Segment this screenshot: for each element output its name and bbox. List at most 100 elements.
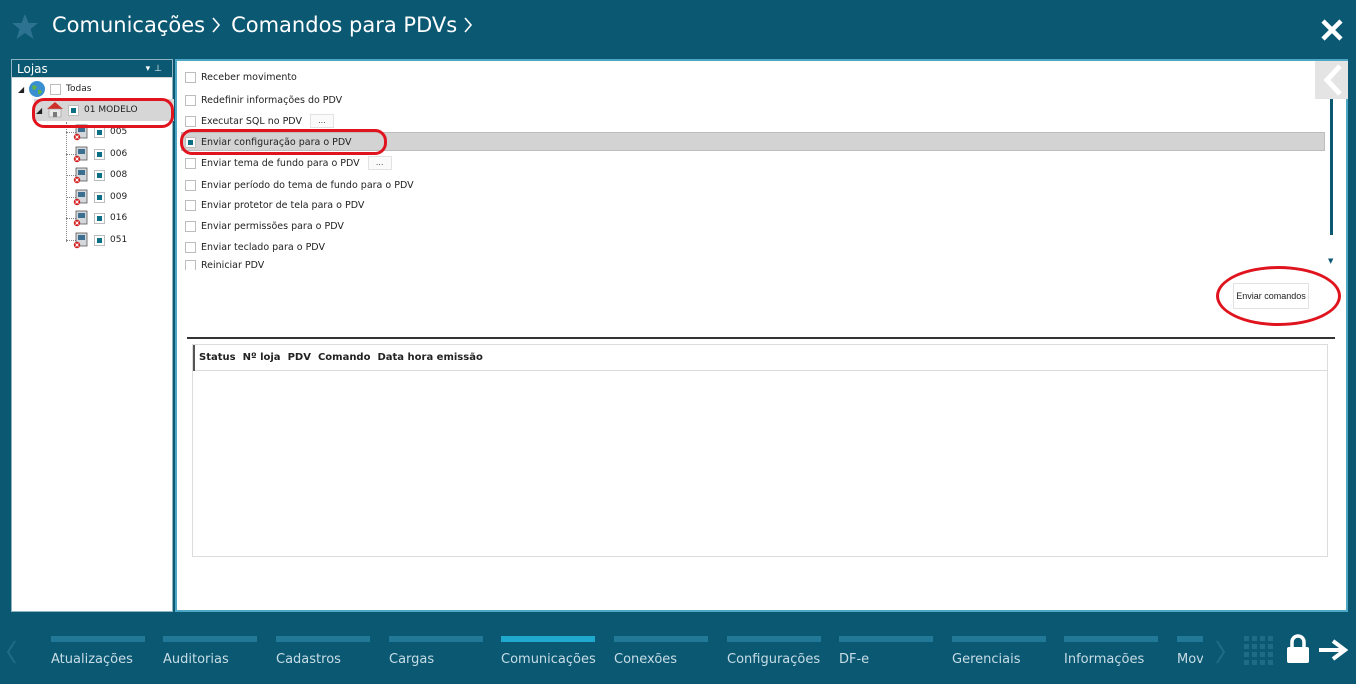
collapse-arrow-icon[interactable]: ◢ xyxy=(18,85,28,94)
command-checkbox[interactable] xyxy=(185,157,196,169)
stores-tree-panel: Lojas ▾⊥ ◢ Todas ◢ 01 MODELO 005 006 008… xyxy=(11,59,174,612)
nav-scroll-right-icon[interactable] xyxy=(1215,639,1227,665)
dropdown-icon[interactable]: ▾ xyxy=(146,64,155,74)
pdv-checkbox[interactable] xyxy=(94,126,105,138)
command-item[interactable]: Enviar tema de fundo para o PDV ... xyxy=(185,156,392,170)
command-checkbox[interactable] xyxy=(185,241,196,253)
favorite-star-icon[interactable] xyxy=(10,12,40,42)
command-label: Executar SQL no PDV xyxy=(201,115,302,127)
command-label: Enviar teclado para o PDV xyxy=(201,241,325,253)
collapse-panel-chevron-icon[interactable] xyxy=(1315,61,1348,99)
grid-column-data-hora[interactable]: Data hora emissão xyxy=(377,352,482,363)
annotation-oval-store xyxy=(32,98,174,128)
command-label: Reiniciar PDV xyxy=(201,260,265,270)
close-icon[interactable] xyxy=(1320,18,1344,42)
tree-node-label: 016 xyxy=(110,213,128,223)
apps-grid-icon[interactable] xyxy=(1244,636,1274,666)
nav-tab-configuracoes[interactable]: Configurações xyxy=(727,636,821,676)
nav-scroll-left-icon[interactable] xyxy=(5,639,17,665)
pdv-terminal-icon xyxy=(73,146,88,163)
chevron-right-icon xyxy=(212,17,221,33)
tree-node-label: Todas xyxy=(66,84,92,94)
tree-line xyxy=(66,122,67,242)
command-item[interactable]: Executar SQL no PDV ... xyxy=(185,114,334,128)
todas-checkbox[interactable] xyxy=(50,83,61,95)
sql-options-button[interactable]: ... xyxy=(309,114,334,128)
command-checkbox[interactable] xyxy=(185,220,196,232)
command-item[interactable]: Reiniciar PDV xyxy=(185,260,264,270)
chevron-right-icon xyxy=(464,17,473,33)
commands-status-grid: Status Nº loja PDV Comando Data hora emi… xyxy=(192,344,1328,557)
exit-arrow-icon[interactable] xyxy=(1318,639,1348,661)
breadcrumb-item-comunicacoes[interactable]: Comunicações xyxy=(52,13,205,37)
command-label: Receber movimento xyxy=(201,71,297,83)
commands-panel: Receber movimento Redefinir informações … xyxy=(175,59,1348,612)
breadcrumb-item-comandos[interactable]: Comandos para PDVs xyxy=(231,13,457,37)
pdv-checkbox[interactable] xyxy=(94,234,105,246)
command-checkbox[interactable] xyxy=(185,199,196,211)
command-item[interactable]: Redefinir informações do PDV xyxy=(185,93,342,107)
nav-tab-comunicacoes[interactable]: Comunicações xyxy=(501,636,596,676)
nav-tab-atualizacoes[interactable]: Atualizações xyxy=(51,636,145,676)
command-label: Enviar período do tema de fundo para o P… xyxy=(201,179,414,191)
globe-icon xyxy=(29,81,45,97)
lock-icon[interactable] xyxy=(1286,633,1310,665)
tree-panel-title: Lojas xyxy=(17,62,48,76)
tree-node-pdv[interactable]: 006 xyxy=(72,146,128,163)
scroll-down-arrow-icon[interactable]: ▼ xyxy=(1328,257,1333,265)
pdv-terminal-icon xyxy=(73,232,88,249)
annotation-oval-send xyxy=(1216,266,1341,326)
command-label: Enviar tema de fundo para o PDV xyxy=(201,157,360,169)
command-item[interactable]: Enviar período do tema de fundo para o P… xyxy=(185,178,414,192)
tree-node-todas[interactable]: ◢ Todas xyxy=(18,81,91,97)
tree-node-pdv[interactable]: 016 xyxy=(72,210,128,227)
command-item[interactable]: Receber movimento xyxy=(185,70,297,84)
pin-icon[interactable]: ⊥ xyxy=(154,64,166,74)
breadcrumb: Comunicações Comandos para PDVs xyxy=(52,13,483,37)
nav-tab-cargas[interactable]: Cargas xyxy=(389,636,483,676)
grid-column-loja[interactable]: Nº loja xyxy=(243,352,281,363)
nav-tab-conexoes[interactable]: Conexões xyxy=(614,636,708,676)
command-label: Redefinir informações do PDV xyxy=(201,94,343,106)
grid-column-status[interactable]: Status xyxy=(199,352,236,363)
tree-node-pdv[interactable]: 008 xyxy=(72,167,127,184)
tree-node-label: 009 xyxy=(110,192,128,202)
nav-tab-dfe[interactable]: DF-e xyxy=(839,636,933,676)
pdv-terminal-icon xyxy=(73,167,88,184)
section-divider xyxy=(187,337,1335,339)
tree-panel-header: Lojas ▾⊥ xyxy=(12,60,172,78)
tree-node-pdv[interactable]: 009 xyxy=(72,189,128,206)
nav-tab-auditorias[interactable]: Auditorias xyxy=(163,636,257,676)
tree-node-label: 005 xyxy=(110,127,128,137)
nav-tab-informacoes[interactable]: Informações xyxy=(1064,636,1158,676)
command-label: Enviar permissões para o PDV xyxy=(201,220,344,232)
nav-tab-mov[interactable]: Mov xyxy=(1177,636,1203,676)
command-checkbox[interactable] xyxy=(185,94,196,106)
command-item[interactable]: Enviar protetor de tela para o PDV xyxy=(185,198,364,212)
nav-tab-gerenciais[interactable]: Gerenciais xyxy=(952,636,1046,676)
command-checkbox[interactable] xyxy=(185,260,196,270)
grid-header: Status Nº loja PDV Comando Data hora emi… xyxy=(193,344,1327,371)
pdv-terminal-icon xyxy=(73,210,88,227)
tree-node-label: 006 xyxy=(110,149,128,159)
command-checkbox[interactable] xyxy=(185,179,196,191)
tree-node-label: 051 xyxy=(110,235,128,245)
command-label: Enviar protetor de tela para o PDV xyxy=(201,199,365,211)
pdv-checkbox[interactable] xyxy=(94,212,105,224)
pdv-checkbox[interactable] xyxy=(94,148,105,160)
command-checkbox[interactable] xyxy=(185,71,196,83)
annotation-oval-command xyxy=(180,129,387,155)
nav-tab-cadastros[interactable]: Cadastros xyxy=(276,636,370,676)
bottom-navigation: Atualizações Auditorias Cadastros Cargas… xyxy=(0,617,1356,684)
pdv-checkbox[interactable] xyxy=(94,191,105,203)
title-bar: Comunicações Comandos para PDVs xyxy=(0,0,1356,55)
grid-column-pdv[interactable]: PDV xyxy=(288,352,311,363)
command-item[interactable]: Enviar teclado para o PDV xyxy=(185,240,325,254)
theme-options-button[interactable]: ... xyxy=(367,156,392,170)
pdv-checkbox[interactable] xyxy=(94,169,105,181)
tree-node-pdv[interactable]: 051 xyxy=(72,232,128,249)
commands-scrollbar-thumb[interactable] xyxy=(1330,90,1333,235)
grid-column-comando[interactable]: Comando xyxy=(318,352,371,363)
command-item[interactable]: Enviar permissões para o PDV xyxy=(185,219,344,233)
command-checkbox[interactable] xyxy=(185,115,196,127)
